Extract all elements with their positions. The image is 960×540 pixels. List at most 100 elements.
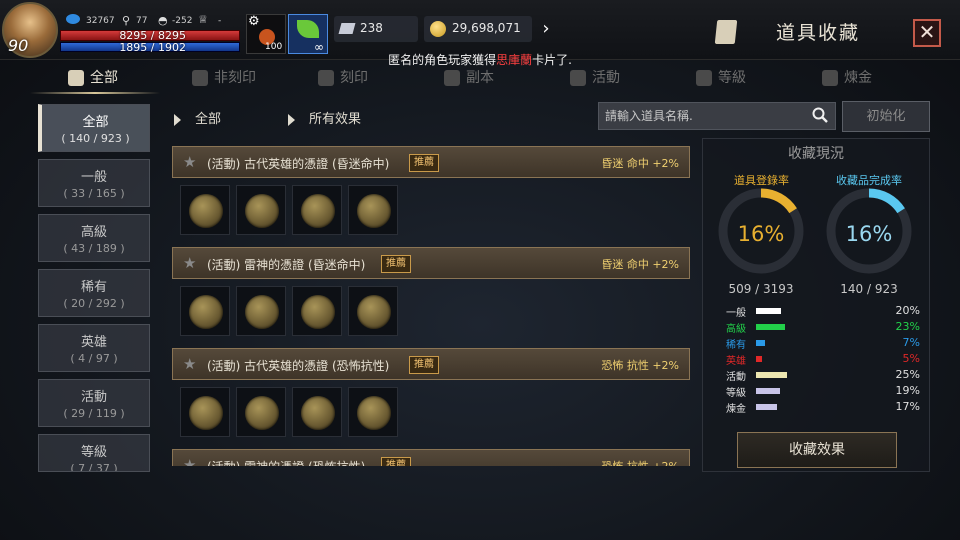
tab-label: 等級 — [718, 70, 746, 86]
coin-card-icon — [189, 295, 223, 329]
category-name: 高級 — [80, 225, 107, 240]
collection-effect: 昏迷 命中 +2% — [601, 157, 679, 170]
search-icon[interactable] — [812, 107, 828, 123]
tab-all[interactable]: 全部 — [68, 64, 118, 92]
star-icon[interactable]: ★ — [183, 254, 196, 272]
legend-bar — [756, 324, 785, 330]
collection-card[interactable] — [236, 387, 286, 437]
coin-card-icon — [301, 295, 335, 329]
key-icon: ⚲ — [122, 14, 131, 27]
category-rare[interactable]: 稀有 ( 20 / 292 ) — [38, 269, 150, 317]
star-icon[interactable]: ★ — [183, 355, 196, 373]
collection-card[interactable] — [180, 286, 230, 336]
legend-label: 一般 — [726, 308, 746, 319]
collection-card[interactable] — [292, 185, 342, 235]
gift-icon — [570, 70, 586, 86]
tab-level[interactable]: 等級 — [696, 64, 746, 92]
category-normal[interactable]: 一般 ( 33 / 165 ) — [38, 159, 150, 207]
collection-card[interactable] — [180, 185, 230, 235]
combat-power-icon — [66, 14, 80, 24]
coin-card-icon — [301, 194, 335, 228]
category-hero[interactable]: 英雄 ( 4 / 97 ) — [38, 324, 150, 372]
coin-card-icon — [245, 194, 279, 228]
collection-book-icon — [714, 20, 738, 44]
collection-effect-button[interactable]: 收藏效果 — [737, 432, 897, 468]
tab-dungeon[interactable]: 副本 — [444, 64, 494, 92]
category-all[interactable]: 全部 ( 140 / 923 ) — [38, 104, 150, 152]
coin-card-icon — [357, 295, 391, 329]
trophy-icon: ♕ — [198, 13, 208, 26]
legend-label: 稀有 — [726, 340, 746, 351]
effect-filter[interactable]: 所有效果 — [288, 108, 361, 127]
item-reg-percent: 16% — [737, 222, 785, 246]
category-count: ( 33 / 165 ) — [63, 187, 125, 200]
category-event[interactable]: 活動 ( 29 / 119 ) — [38, 379, 150, 427]
recommend-badge: 推薦 — [409, 356, 439, 374]
collection-name: (活動) 雷神的憑證 (恐怖抗性) — [207, 458, 365, 466]
tab-non-engraved[interactable]: 非刻印 — [192, 64, 256, 92]
search-box — [598, 102, 836, 130]
item-reg-count: 509 / 3193 — [728, 282, 794, 296]
no-engrave-icon — [192, 70, 208, 86]
legend-percent: 20% — [895, 304, 920, 317]
stat-a-value: 77 — [136, 16, 148, 26]
coin-card-icon — [245, 396, 279, 430]
star-icon[interactable]: ★ — [183, 456, 196, 466]
collection-card[interactable] — [236, 286, 286, 336]
legend-bar — [756, 340, 765, 346]
coin-card-icon — [189, 194, 223, 228]
category-name: 全部 — [82, 115, 109, 130]
collection-header[interactable]: ★ (活動) 雷神的憑證 (昏迷命中) 推薦 昏迷 命中 +2% — [172, 247, 690, 279]
collection-header[interactable]: ★ (活動) 古代英雄的憑證 (昏迷命中) 推薦 昏迷 命中 +2% — [172, 146, 690, 178]
category-name: 英雄 — [80, 335, 107, 350]
tab-label: 副本 — [466, 70, 494, 86]
tab-event[interactable]: 活動 — [570, 64, 620, 92]
category-tabs: 全部 非刻印 刻印 副本 活動 等級 煉金 — [30, 64, 940, 92]
legend-bar — [756, 308, 781, 314]
triangle-right-icon — [174, 113, 181, 126]
legend-row-event: 活動 25% — [726, 368, 920, 383]
category-name: 稀有 — [80, 280, 107, 295]
diamond-currency: 238 — [334, 16, 418, 42]
grade-filter[interactable]: 全部 — [174, 108, 221, 127]
collection-card[interactable] — [292, 387, 342, 437]
stat-c-value: - — [218, 16, 222, 26]
collection-effect: 恐怖 抗性 +2% — [601, 359, 679, 372]
tab-alchemy[interactable]: 煉金 — [822, 64, 872, 92]
star-icon[interactable]: ★ — [183, 153, 196, 171]
legend-percent: 7% — [902, 336, 920, 349]
collection-card[interactable] — [292, 286, 342, 336]
category-count: ( 43 / 189 ) — [63, 242, 125, 255]
collection-card[interactable] — [180, 387, 230, 437]
status-title: 收藏現況 — [788, 146, 844, 162]
category-count: ( 29 / 119 ) — [63, 407, 125, 420]
reset-button[interactable]: 初始化 — [842, 101, 930, 132]
search-input[interactable] — [605, 106, 805, 126]
collection-list[interactable]: ★ (活動) 古代英雄的憑證 (昏迷命中) 推薦 昏迷 命中 +2% ★ (活動… — [166, 140, 694, 466]
skill-slot[interactable]: ∞ — [288, 14, 328, 54]
close-button[interactable]: ✕ — [913, 19, 941, 47]
collection-header[interactable]: ★ (活動) 古代英雄的憑證 (恐怖抗性) 推薦 恐怖 抗性 +2% — [172, 348, 690, 380]
category-level[interactable]: 等級 ( 7 / 37 ) — [38, 434, 150, 472]
collection-card[interactable] — [236, 185, 286, 235]
gold-value: 29,698,071 — [452, 21, 521, 35]
legend-percent: 17% — [895, 400, 920, 413]
triangle-right-icon — [288, 113, 295, 126]
book-icon — [68, 70, 84, 86]
collection-card[interactable] — [348, 286, 398, 336]
legend-row-level: 等級 19% — [726, 384, 920, 399]
effect-filter-label: 所有效果 — [309, 112, 362, 127]
potion-slot[interactable]: ⚙ 100 — [246, 14, 286, 54]
collection-name: (活動) 古代英雄的憑證 (恐怖抗性) — [207, 359, 390, 373]
dungeon-icon — [444, 70, 460, 86]
tab-engraved[interactable]: 刻印 — [318, 64, 368, 92]
collection-card[interactable] — [348, 387, 398, 437]
helmet-icon: ◓ — [158, 14, 168, 27]
collection-card[interactable] — [348, 185, 398, 235]
chevron-right-icon[interactable]: › — [534, 17, 558, 41]
legend-label: 高級 — [726, 324, 746, 335]
coin-card-icon — [301, 396, 335, 430]
tab-label: 煉金 — [844, 70, 872, 86]
category-advanced[interactable]: 高級 ( 43 / 189 ) — [38, 214, 150, 262]
collection-header[interactable]: ★ (活動) 雷神的憑證 (恐怖抗性) 推薦 恐怖 抗性 +2% — [172, 449, 690, 466]
